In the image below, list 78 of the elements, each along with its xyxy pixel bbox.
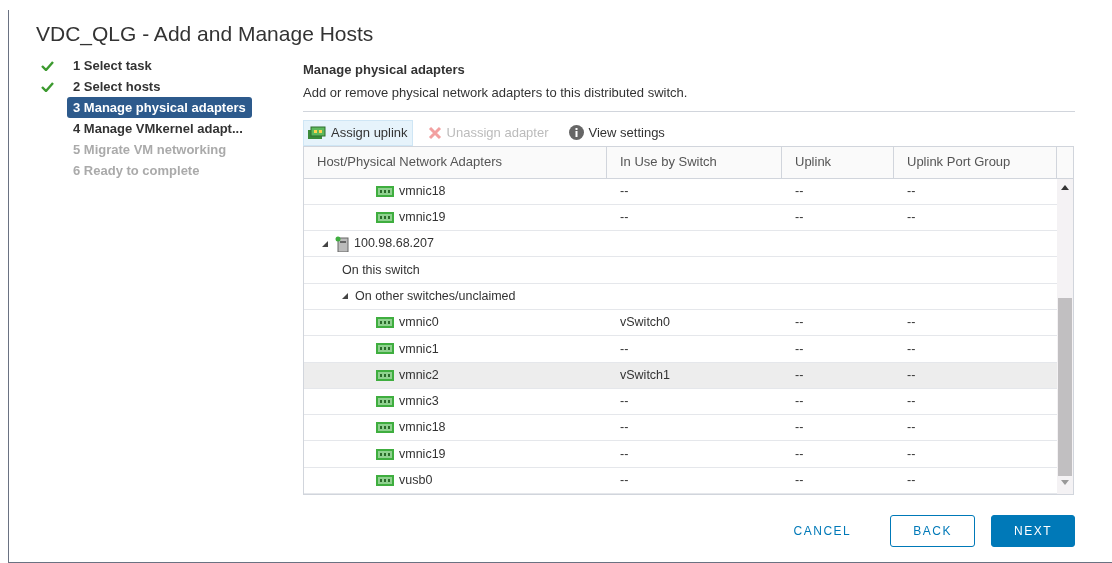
wizard-step[interactable]: 2 Select hosts [67,75,167,98]
page-title: Manage physical adapters [303,60,466,79]
table-row[interactable]: vmnic2 vSwitch1 -- -- [304,362,1057,389]
table-cell-text: -- [795,366,804,384]
table-cell-text: -- [795,340,804,358]
network-card-icon [376,396,394,407]
network-card-icon [376,317,394,329]
expand-icon[interactable] [342,293,348,300]
column-header[interactable]: Host/Physical Network Adapters [304,146,607,178]
network-card-icon [376,369,394,381]
wizard-step[interactable]: 3 Manage physical adapters [67,96,252,119]
adapter-name: vmnic3 [399,393,439,411]
check-icon [41,81,54,92]
table-cell-text: -- [620,472,629,490]
server-icon [335,235,349,252]
table-cell-text: -- [795,314,804,332]
adapter-name: vmnic0 [399,314,439,332]
table-cell-text: -- [795,182,804,200]
table-cell-text: -- [907,445,916,463]
wizard-step[interactable]: 4 Manage VMkernel adapt... [67,117,249,140]
wizard-step: 5 Migrate VM networking [67,138,233,161]
expand-icon[interactable] [322,240,328,247]
wizard-step[interactable]: 1 Select task [67,54,158,77]
toolbar-button[interactable]: View settings [563,119,670,146]
adapter-name: vmnic2 [399,366,439,384]
table-cell-text: -- [795,419,804,437]
table-cell-text: -- [795,393,804,411]
table-cell-text: -- [620,393,629,411]
table-cell-text: -- [620,182,629,200]
network-card-icon [376,422,394,434]
next-button[interactable]: NEXT [991,515,1075,548]
adapter-name: vmnic18 [399,182,446,200]
scroll-down-icon[interactable] [1061,479,1069,485]
table-cell-text: -- [907,209,916,227]
column-header[interactable]: Uplink [782,146,894,178]
table-cell-text: -- [795,209,804,227]
network-card-icon [376,343,394,355]
info-icon [568,125,584,140]
table-cell-text: -- [907,366,916,384]
table-cell-text: -- [795,445,804,463]
table-cell-text: -- [907,314,916,332]
adapter-name: vmnic18 [399,419,446,437]
network-card-icon [376,474,394,486]
table-cell-text: -- [620,340,629,358]
table-cell-text: -- [620,209,629,227]
close-icon [427,125,442,140]
scrollbar[interactable] [1057,178,1073,495]
table-cell-text: -- [907,182,916,200]
table-cell-text: vSwitch1 [620,366,671,384]
table-cell-text: -- [907,340,916,358]
adapter-name: vmnic19 [399,445,446,463]
toolbar-button[interactable]: Assign uplink [303,119,413,146]
adapter-name: vusb0 [399,472,433,490]
window-title: VDC_QLG - Add and Manage Hosts [36,22,374,45]
table-cell-text: -- [907,472,916,490]
column-header[interactable]: In Use by Switch [607,146,782,178]
group-label: On this switch [342,261,420,279]
check-icon [41,60,54,71]
table-cell-text: -- [620,419,629,437]
network-card-icon [376,211,394,223]
table-cell-text: -- [795,472,804,490]
table-cell-text: -- [907,419,916,437]
page-description: Add or remove physical network adapters to this distributed switch. [303,83,1075,112]
table-cell-text: vSwitch0 [620,314,671,332]
host-name: 100.98.68.207 [354,235,434,253]
adapter-name: vmnic1 [399,340,439,358]
scroll-up-icon[interactable] [1061,184,1069,190]
adapter-name: vmnic19 [399,209,446,227]
network-card-icon [308,125,326,140]
wizard-step: 6 Ready to complete [67,159,206,182]
scrollbar-thumb[interactable] [1058,297,1072,476]
group-label: On other switches/unclaimed [355,287,516,305]
network-card-icon [376,448,394,460]
table-cell-text: -- [620,445,629,463]
back-button[interactable]: BACK [890,515,975,548]
column-header[interactable]: Uplink Port Group [894,146,1057,178]
network-card-icon [376,185,394,197]
table-cell-text: -- [907,393,916,411]
